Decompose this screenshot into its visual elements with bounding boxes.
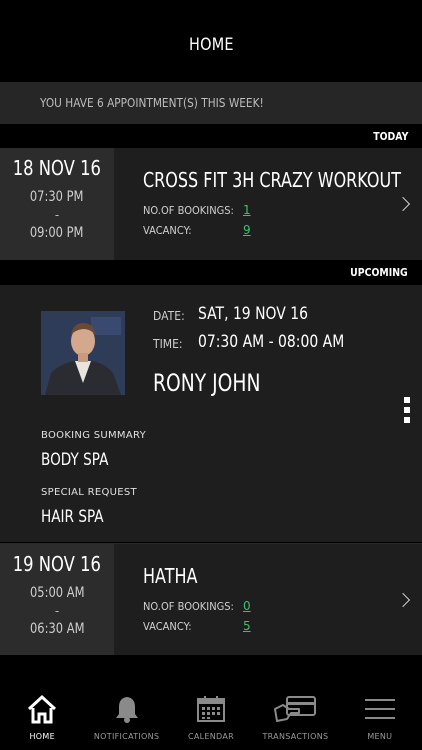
class-title: CROSS FIT 3H CRAZY WORKOUT [143, 168, 401, 192]
class-appointment-card[interactable]: 19 NOV 16 05:00 AM - 06:30 AM HATHA NO.O… [0, 543, 422, 655]
chevron-right-icon[interactable] [395, 592, 411, 607]
appointments-count-text: YOU HAVE 6 APPOINTMENT(S) THIS WEEK! [40, 96, 264, 110]
chevron-right-icon[interactable] [395, 196, 411, 212]
bookings-value[interactable]: 1 [243, 203, 251, 217]
more-options-icon[interactable] [404, 397, 410, 423]
tab-transactions[interactable]: TRANSACTIONS [253, 684, 337, 750]
date-label: DATE: [153, 309, 185, 323]
time-separator: - [54, 208, 60, 222]
end-time: 06:30 AM [29, 621, 85, 637]
home-icon [25, 694, 59, 724]
today-section-header: TODAY [0, 124, 422, 148]
vacancy-value[interactable]: 5 [243, 619, 251, 633]
page-title: HOME [188, 35, 234, 55]
vacancy-value[interactable]: 9 [243, 223, 251, 237]
special-request-label: SPECIAL REQUEST [41, 487, 137, 498]
tab-label: MENU [367, 732, 393, 741]
tab-calendar[interactable]: CALENDAR [169, 684, 253, 750]
time-value: 07:30 AM - 08:00 AM [198, 332, 345, 352]
class-title: HATHA [143, 564, 198, 588]
client-name: RONY JOHN [153, 369, 261, 397]
upcoming-label: UPCOMING [350, 266, 408, 279]
tab-label: HOME [29, 732, 55, 741]
tab-home[interactable]: HOME [0, 684, 84, 750]
start-time: 05:00 AM [29, 585, 85, 601]
date-box: 18 NOV 16 07:30 PM - 09:00 PM [0, 148, 114, 260]
upcoming-appointment-detail[interactable]: DATE: SAT, 19 NOV 16 TIME: 07:30 AM - 08… [0, 285, 422, 542]
today-appointment-card[interactable]: 18 NOV 16 07:30 PM - 09:00 PM CROSS FIT … [0, 148, 422, 260]
tab-label: NOTIFICATIONS [93, 732, 160, 741]
today-label: TODAY [372, 129, 408, 143]
date-box: 19 NOV 16 05:00 AM - 06:30 AM [0, 544, 114, 655]
card-payment-icon [273, 694, 317, 724]
time-separator: - [54, 604, 60, 618]
tab-notifications[interactable]: NOTIFICATIONS [84, 684, 168, 750]
bottom-tab-bar: HOME NOTIFICATIONS CALENDAR TRANSACTIONS… [0, 684, 422, 750]
upcoming-section-header: UPCOMING [0, 260, 422, 285]
vacancy-label: VACANCY: [143, 223, 192, 237]
tab-label: CALENDAR [188, 732, 235, 741]
special-request-value: HAIR SPA [41, 507, 104, 527]
end-time: 09:00 PM [30, 225, 84, 241]
appointments-banner: YOU HAVE 6 APPOINTMENT(S) THIS WEEK! [0, 82, 422, 124]
app-header: HOME [0, 0, 422, 82]
hamburger-menu-icon [363, 694, 397, 724]
client-photo [41, 311, 125, 395]
bookings-row: NO.OF BOOKINGS: 1 [143, 203, 251, 217]
bookings-label: NO.OF BOOKINGS: [143, 599, 234, 613]
time-label: TIME: [153, 337, 183, 351]
vacancy-row: VACANCY: 5 [143, 619, 251, 633]
booking-summary-value: BODY SPA [41, 450, 109, 470]
vacancy-label: VACANCY: [143, 619, 192, 633]
start-time: 07:30 PM [30, 189, 84, 205]
appointment-date: 18 NOV 16 [12, 156, 102, 180]
tab-label: TRANSACTIONS [262, 732, 329, 741]
bookings-row: NO.OF BOOKINGS: 0 [143, 599, 251, 613]
vacancy-row: VACANCY: 9 [143, 223, 251, 237]
bell-icon [110, 694, 144, 724]
appointment-date: 19 NOV 16 [12, 552, 102, 576]
date-value: SAT, 19 NOV 16 [198, 304, 308, 324]
booking-summary-label: BOOKING SUMMARY [41, 430, 147, 441]
bookings-label: NO.OF BOOKINGS: [143, 203, 234, 217]
tab-menu[interactable]: MENU [338, 684, 422, 750]
bookings-value[interactable]: 0 [243, 599, 251, 613]
calendar-icon [194, 694, 228, 724]
